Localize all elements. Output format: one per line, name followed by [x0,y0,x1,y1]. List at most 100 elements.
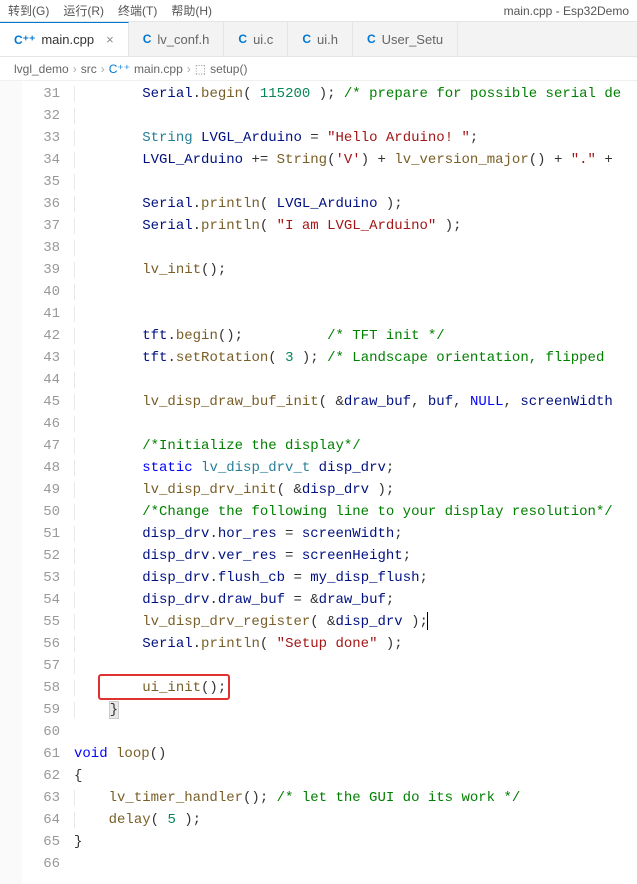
code-line[interactable]: } [74,699,637,721]
code-line[interactable]: } [74,831,637,853]
code-line[interactable] [74,237,637,259]
code-line[interactable]: Serial.begin( 115200 ); /* prepare for p… [74,83,637,105]
line-number: 38 [22,237,60,259]
tab-label: ui.h [317,32,338,47]
code-line[interactable] [74,303,637,325]
code-line[interactable] [74,655,637,677]
code-line[interactable] [74,721,637,743]
cpp-file-icon: C⁺⁺ [14,33,35,47]
tab-label: ui.c [253,32,273,47]
line-number: 57 [22,655,60,677]
line-number: 64 [22,809,60,831]
code-line[interactable]: ui_init(); [74,677,637,699]
code-line[interactable]: Serial.println( "Setup done" ); [74,633,637,655]
code-line[interactable] [74,853,637,875]
line-number: 59 [22,699,60,721]
line-number: 65 [22,831,60,853]
menubar: 转到(G) 运行(R) 终端(T) 帮助(H) main.cpp - Esp32… [0,0,637,22]
code-line[interactable]: LVGL_Arduino += String('V') + lv_version… [74,149,637,171]
breadcrumb-folder[interactable]: lvgl_demo [14,62,69,76]
line-number: 41 [22,303,60,325]
line-number: 45 [22,391,60,413]
code-area[interactable]: Serial.begin( 115200 ); /* prepare for p… [74,81,637,884]
code-line[interactable]: Serial.println( "I am LVGL_Arduino" ); [74,215,637,237]
code-line[interactable]: tft.begin(); /* TFT init */ [74,325,637,347]
code-line[interactable] [74,105,637,127]
tab-lv-conf-h[interactable]: C lv_conf.h [129,22,225,56]
line-number: 32 [22,105,60,127]
code-editor[interactable]: 3132333435363738394041424344454647484950… [0,81,637,884]
line-number: 56 [22,633,60,655]
breadcrumb[interactable]: lvgl_demo › src › C⁺⁺ main.cpp › ⬚ setup… [0,57,637,81]
line-number: 62 [22,765,60,787]
tabbar: C⁺⁺ main.cpp × C lv_conf.h C ui.c C ui.h… [0,22,637,57]
symbol-method-icon: ⬚ [195,62,206,76]
line-number: 50 [22,501,60,523]
breadcrumb-folder[interactable]: src [81,62,97,76]
c-file-icon: C [302,32,311,46]
line-number: 61 [22,743,60,765]
code-line[interactable]: static lv_disp_drv_t disp_drv; [74,457,637,479]
breadcrumb-symbol[interactable]: setup() [210,62,247,76]
code-line[interactable]: disp_drv.ver_res = screenHeight; [74,545,637,567]
code-line[interactable]: lv_disp_draw_buf_init( &draw_buf, buf, N… [74,391,637,413]
chevron-right-icon: › [101,62,105,76]
close-icon[interactable]: × [106,32,114,47]
side-gutter [0,81,22,884]
line-number: 58 [22,677,60,699]
line-number: 31 [22,83,60,105]
code-line[interactable]: lv_init(); [74,259,637,281]
code-line[interactable] [74,171,637,193]
tab-main-cpp[interactable]: C⁺⁺ main.cpp × [0,22,129,56]
line-number: 39 [22,259,60,281]
code-line[interactable]: { [74,765,637,787]
chevron-right-icon: › [187,62,191,76]
code-line[interactable]: delay( 5 ); [74,809,637,831]
code-line[interactable]: disp_drv.draw_buf = &draw_buf; [74,589,637,611]
line-number: 40 [22,281,60,303]
code-line[interactable] [74,369,637,391]
cpp-file-icon: C⁺⁺ [109,62,130,76]
menu-run[interactable]: 运行(R) [63,2,104,19]
c-file-icon: C [143,32,152,46]
tab-label: lv_conf.h [157,32,209,47]
line-number: 37 [22,215,60,237]
code-line[interactable]: /*Initialize the display*/ [74,435,637,457]
line-number: 60 [22,721,60,743]
code-line[interactable]: tft.setRotation( 3 ); /* Landscape orien… [74,347,637,369]
breadcrumb-file[interactable]: main.cpp [134,62,183,76]
tab-user-setu[interactable]: C User_Setu [353,22,458,56]
line-number-gutter: 3132333435363738394041424344454647484950… [22,81,74,884]
code-line[interactable]: /*Change the following line to your disp… [74,501,637,523]
line-number: 63 [22,787,60,809]
line-number: 52 [22,545,60,567]
code-line[interactable] [74,281,637,303]
menu-help[interactable]: 帮助(H) [171,2,212,19]
code-line[interactable]: disp_drv.hor_res = screenWidth; [74,523,637,545]
code-line[interactable] [74,413,637,435]
tab-ui-h[interactable]: C ui.h [288,22,353,56]
code-line[interactable]: Serial.println( LVGL_Arduino ); [74,193,637,215]
line-number: 36 [22,193,60,215]
menu-terminal[interactable]: 终端(T) [118,2,157,19]
menu-goto[interactable]: 转到(G) [8,2,49,19]
line-number: 44 [22,369,60,391]
window-title: main.cpp - Esp32Demo [504,4,629,18]
line-number: 34 [22,149,60,171]
line-number: 49 [22,479,60,501]
line-number: 48 [22,457,60,479]
code-line[interactable]: lv_timer_handler(); /* let the GUI do it… [74,787,637,809]
tab-label: User_Setu [382,32,443,47]
line-number: 54 [22,589,60,611]
line-number: 55 [22,611,60,633]
line-number: 46 [22,413,60,435]
code-line[interactable]: void loop() [74,743,637,765]
code-line[interactable]: String LVGL_Arduino = "Hello Arduino! "; [74,127,637,149]
c-file-icon: C [367,32,376,46]
code-line[interactable]: lv_disp_drv_register( &disp_drv ); [74,611,637,633]
line-number: 42 [22,325,60,347]
tab-label: main.cpp [41,32,94,47]
code-line[interactable]: disp_drv.flush_cb = my_disp_flush; [74,567,637,589]
code-line[interactable]: lv_disp_drv_init( &disp_drv ); [74,479,637,501]
tab-ui-c[interactable]: C ui.c [224,22,288,56]
